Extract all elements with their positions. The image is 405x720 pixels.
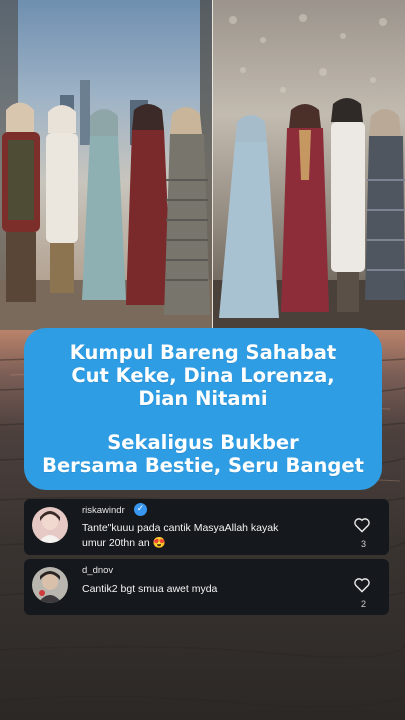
comment-text-line-1: Tante"kuuu pada cantik MasyaAllah kayak (82, 522, 279, 534)
headline-line-5: Bersama Bestie, Seru Banget (42, 454, 364, 477)
comment-card: d_dnov Cantik2 bgt smua awet myda 2 (24, 559, 389, 615)
headline-card: Kumpul Bareng Sahabat Cut Keke, Dina Lor… (24, 328, 382, 490)
comment-card: riskawindr ✓ Tante"kuuu pada cantik Masy… (24, 499, 389, 555)
photo-right-panel (213, 0, 405, 330)
headline-line-2: Cut Keke, Dina Lorenza, (71, 364, 335, 387)
comment-text-line-2: umur 20thn an 😍 (82, 537, 166, 549)
verified-badge-icon: ✓ (134, 503, 147, 516)
headline-line-3: Dian Nitami (138, 387, 268, 410)
group-photo-collage (0, 0, 405, 330)
like-count: 3 (360, 539, 366, 549)
like-count: 2 (360, 599, 366, 609)
avatar[interactable] (32, 507, 68, 543)
heart-outline-icon[interactable] (353, 517, 371, 533)
headline-line-4: Sekaligus Bukber (107, 431, 299, 454)
comment-username[interactable]: riskawindr (82, 505, 125, 516)
comment-text-line-1: Cantik2 bgt smua awet myda (82, 583, 218, 595)
photo-left-panel (0, 0, 212, 330)
headline-line-1: Kumpul Bareng Sahabat (69, 341, 337, 364)
avatar-image (32, 567, 68, 603)
right-photo-scene (213, 14, 405, 330)
heart-outline-icon[interactable] (353, 577, 371, 593)
left-photo-scene (0, 0, 212, 330)
comment-username[interactable]: d_dnov (82, 565, 113, 576)
avatar[interactable] (32, 567, 68, 603)
avatar-image (32, 507, 68, 543)
